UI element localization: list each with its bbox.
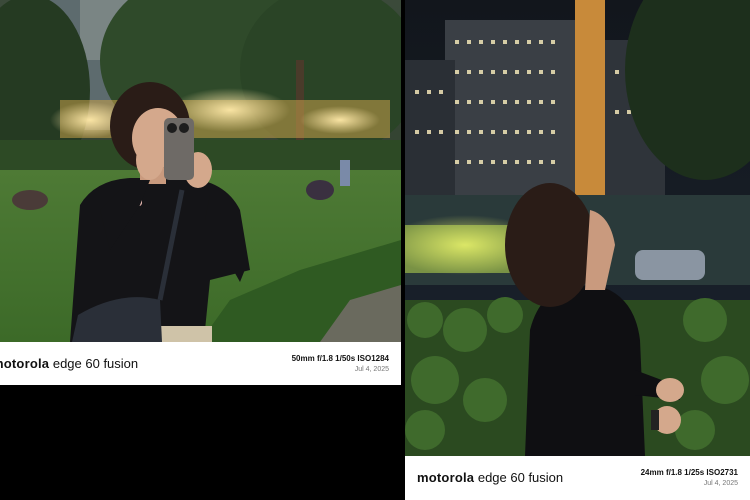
left-brand-name: motorola: [0, 356, 50, 371]
left-exif-info: 50mm f/1.8 1/50s ISO1284: [291, 354, 389, 363]
right-capture-date: Jul 4, 2025: [703, 480, 738, 487]
right-photo-card: motorola edge 60 fusion 24mm f/1.8 1/25s…: [405, 0, 750, 500]
right-photo-image: [405, 0, 750, 456]
left-model-name: edge 60 fusion: [52, 356, 139, 371]
left-photo-card: motorola edge 60 fusion 50mm f/1.8 1/50s…: [0, 0, 401, 385]
right-photo-scene: [405, 0, 750, 456]
right-exif-info: 24mm f/1.8 1/25s ISO2731: [640, 468, 738, 477]
left-photo-caption-bar: motorola edge 60 fusion 50mm f/1.8 1/50s…: [0, 342, 401, 385]
comparison-canvas: motorola edge 60 fusion 50mm f/1.8 1/50s…: [0, 0, 750, 500]
right-photo-caption-bar: motorola edge 60 fusion 24mm f/1.8 1/25s…: [405, 456, 750, 500]
left-empty-area: [0, 385, 401, 500]
left-photo-scene: [0, 0, 401, 342]
left-photo-image: [0, 0, 401, 342]
right-brand-line: motorola edge 60 fusion: [417, 470, 563, 485]
left-capture-date: Jul 4, 2025: [354, 366, 389, 373]
right-model-name: edge 60 fusion: [477, 470, 564, 485]
left-brand-line: motorola edge 60 fusion: [0, 356, 138, 371]
right-brand-name: motorola: [417, 470, 475, 485]
